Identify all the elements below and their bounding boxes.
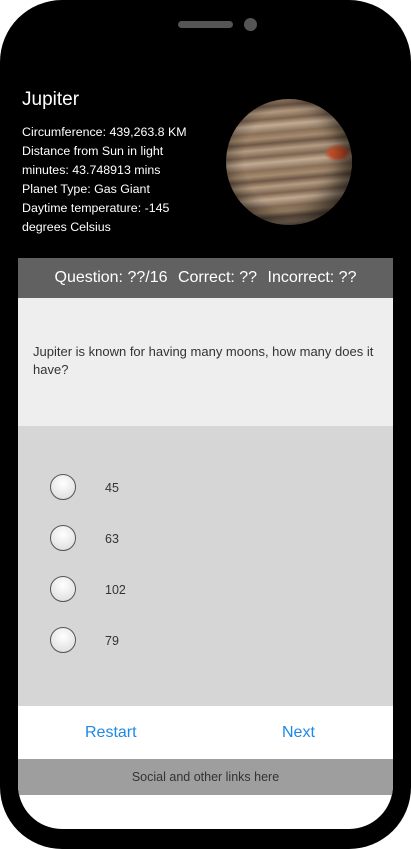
planet-name: Jupiter <box>22 89 80 110</box>
radio-button[interactable] <box>50 525 76 551</box>
app-screen: Jupiter Circumference: 439,263.8 KM Dist… <box>18 79 393 829</box>
radio-button[interactable] <box>50 627 76 653</box>
score-bar: Question: ??/16 Correct: ?? Incorrect: ?… <box>18 258 393 298</box>
question-panel: Jupiter is known for having many moons, … <box>18 298 393 426</box>
restart-button[interactable]: Restart <box>85 724 137 742</box>
jupiter-planet-image <box>226 99 352 225</box>
planet-facts: Circumference: 439,263.8 KM Distance fro… <box>22 123 202 237</box>
correct-counter: Correct: ?? <box>177 269 258 286</box>
fact-circumference: Circumference: 439,263.8 KM <box>22 125 187 139</box>
footer: Social and other links here <box>18 759 393 795</box>
answer-option[interactable]: 63 <box>50 525 350 555</box>
radio-button[interactable] <box>50 576 76 602</box>
fact-distance: Distance from Sun in light minutes: 43.7… <box>22 144 164 177</box>
answer-label: 45 <box>105 481 119 495</box>
answer-label: 79 <box>105 634 119 648</box>
question-text: Jupiter is known for having many moons, … <box>33 344 374 377</box>
planet-info-header: Jupiter Circumference: 439,263.8 KM Dist… <box>18 79 393 258</box>
phone-frame: Jupiter Circumference: 439,263.8 KM Dist… <box>0 0 411 849</box>
question-counter: Question: ??/16 <box>54 269 168 286</box>
answer-option[interactable]: 79 <box>50 627 350 657</box>
footer-links-text: Social and other links here <box>131 770 280 784</box>
answer-label: 102 <box>105 583 126 597</box>
answer-option[interactable]: 102 <box>50 576 350 606</box>
navigation-bar: Restart Next <box>18 706 393 759</box>
fact-temperature: Daytime temperature: -145 degrees Celsiu… <box>22 201 170 234</box>
front-camera-icon <box>244 18 257 31</box>
next-button[interactable]: Next <box>282 724 315 742</box>
fact-planet-type: Planet Type: Gas Giant <box>22 182 150 196</box>
answer-option[interactable]: 45 <box>50 474 350 504</box>
score-text: Question: ??/16 Correct: ?? Incorrect: ?… <box>18 258 393 298</box>
answer-label: 63 <box>105 532 119 546</box>
speaker-grille <box>178 21 233 28</box>
answers-panel: 45 63 102 79 <box>18 426 393 706</box>
radio-button[interactable] <box>50 474 76 500</box>
incorrect-counter: Incorrect: ?? <box>267 269 357 286</box>
